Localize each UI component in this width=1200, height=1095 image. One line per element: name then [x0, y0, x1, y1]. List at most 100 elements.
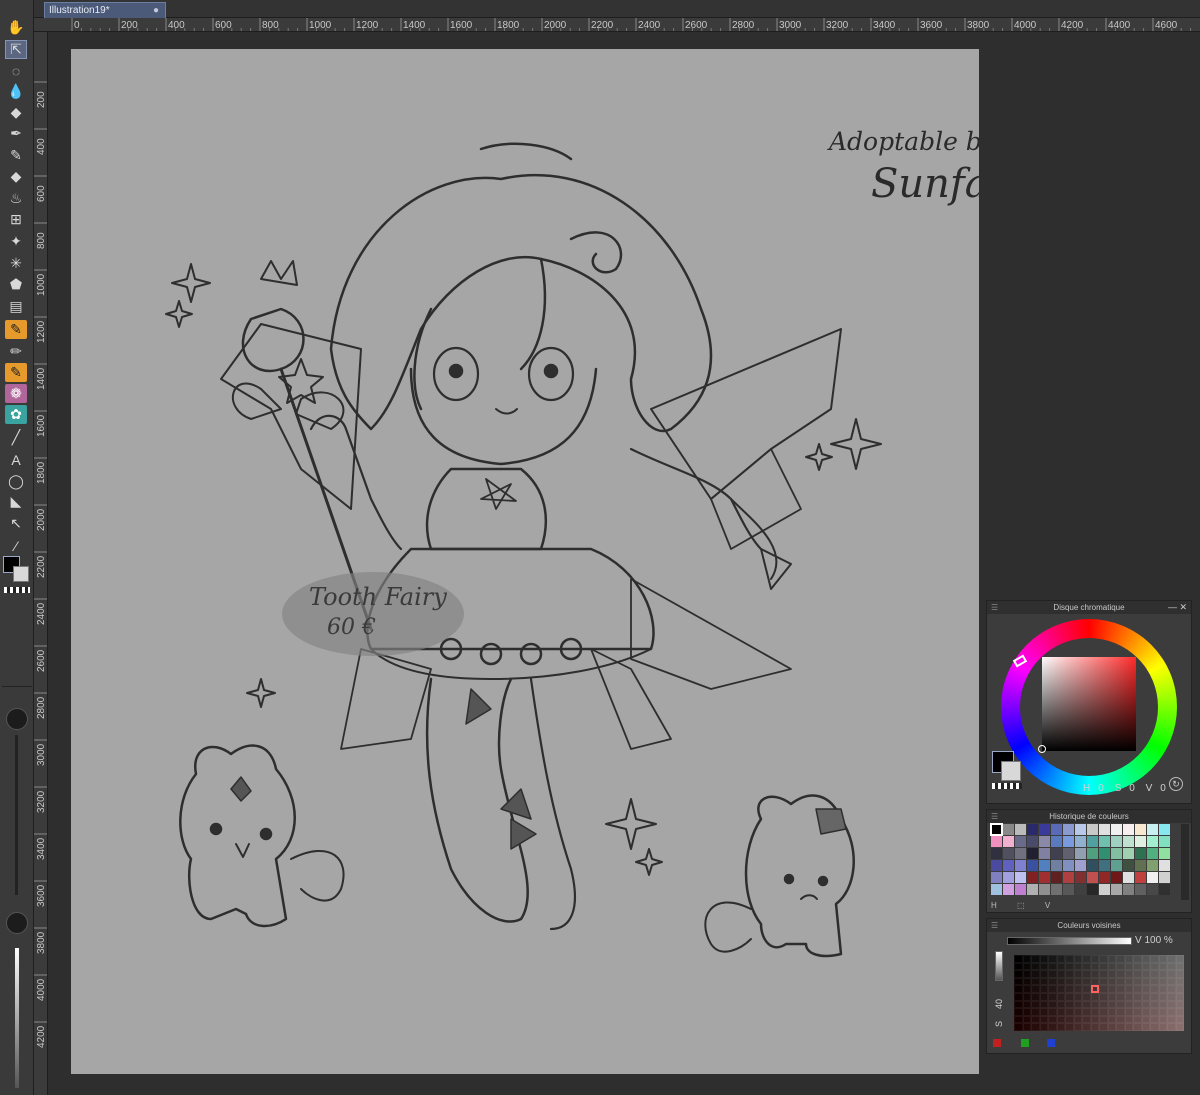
neighbor-color-cell[interactable]	[1073, 1015, 1082, 1024]
neighbor-color-cell[interactable]	[1022, 977, 1031, 986]
neighbor-color-cell[interactable]	[1014, 1008, 1023, 1016]
neighbor-color-cell[interactable]	[1022, 1023, 1031, 1031]
color-history-swatch[interactable]	[1111, 872, 1122, 883]
neighbor-color-cell[interactable]	[1056, 977, 1065, 986]
panel-grip-icon[interactable]: ☰	[991, 601, 998, 614]
neighbor-color-cell[interactable]	[1090, 1000, 1099, 1009]
color-history-swatch[interactable]	[1039, 836, 1050, 847]
neighbor-color-cell[interactable]	[1082, 977, 1091, 986]
color-mode-icon[interactable]: ↻	[1169, 777, 1183, 791]
color-history-swatch[interactable]	[1075, 884, 1086, 895]
neighbor-color-cell[interactable]	[1107, 962, 1116, 971]
neighbor-color-cell[interactable]	[1056, 992, 1065, 1001]
neighbor-color-cell[interactable]	[1175, 1008, 1184, 1016]
neighbor-color-cell[interactable]	[1099, 1023, 1108, 1031]
color-history-swatch[interactable]	[1123, 872, 1134, 883]
neighbor-color-cell[interactable]	[1031, 962, 1040, 971]
neighbor-color-cell[interactable]	[1073, 1008, 1082, 1016]
neighbor-color-cell[interactable]	[1031, 1015, 1040, 1024]
neighbor-color-cell[interactable]	[1116, 955, 1125, 963]
neighbor-color-cell[interactable]	[1073, 1023, 1082, 1031]
color-history-swatch[interactable]	[1027, 836, 1038, 847]
neighbor-color-cell[interactable]	[1082, 970, 1091, 978]
color-history-swatch[interactable]	[1111, 860, 1122, 871]
neighbor-color-cell[interactable]	[1116, 962, 1125, 971]
neighbor-color-cell[interactable]	[1022, 992, 1031, 1001]
neighbor-color-cell[interactable]	[1167, 1000, 1176, 1009]
color-history-swatch[interactable]	[1063, 848, 1074, 859]
neighbor-color-cell[interactable]	[1124, 1015, 1133, 1024]
neighbor-color-cell[interactable]	[1167, 962, 1176, 971]
neighbor-color-cell[interactable]	[1150, 992, 1159, 1001]
neighbor-color-cell[interactable]	[1150, 1015, 1159, 1024]
neighbor-color-cell[interactable]	[1150, 962, 1159, 971]
neighbor-color-cell[interactable]	[1141, 955, 1150, 963]
color-history-swatch[interactable]	[1027, 872, 1038, 883]
frame-tool[interactable]: ◣	[5, 492, 27, 511]
color-history-swatch[interactable]	[1051, 860, 1062, 871]
neighbor-color-cell[interactable]	[1158, 992, 1167, 1001]
neighbor-color-cell[interactable]	[1133, 1008, 1142, 1016]
color-history-swatch[interactable]	[1063, 824, 1074, 835]
color-history-swatch[interactable]	[1135, 824, 1146, 835]
brush-size-knob[interactable]	[6, 708, 28, 730]
neighbor-color-cell[interactable]	[1039, 985, 1048, 993]
hand-tool[interactable]: ✋	[5, 18, 27, 37]
neighbor-color-cell[interactable]	[1082, 985, 1091, 993]
color-history-swatch[interactable]	[1159, 884, 1170, 895]
neighbor-color-grid[interactable]	[1014, 955, 1184, 1031]
neighbor-color-cell[interactable]	[1099, 977, 1108, 986]
color-history-swatch[interactable]	[1027, 824, 1038, 835]
neighbor-color-cell[interactable]	[1022, 985, 1031, 993]
color-history-swatch[interactable]	[1003, 872, 1014, 883]
neighbor-color-cell[interactable]	[1116, 977, 1125, 986]
neighbor-color-cell[interactable]	[1107, 992, 1116, 1001]
neighbor-color-cell[interactable]	[1133, 1015, 1142, 1024]
color-history-swatch[interactable]	[1135, 848, 1146, 859]
sparkle-tool[interactable]: ✦	[5, 232, 27, 251]
neighbor-color-cell[interactable]	[1073, 970, 1082, 978]
neighbor-color-cell[interactable]	[1167, 985, 1176, 993]
neighbor-color-cell[interactable]	[1082, 1023, 1091, 1031]
neighbor-color-cell[interactable]	[1031, 992, 1040, 1001]
neighbor-color-cell[interactable]	[1167, 970, 1176, 978]
neighbor-color-cell[interactable]	[1099, 1000, 1108, 1009]
color-history-swatch[interactable]	[1051, 836, 1062, 847]
color-history-swatch[interactable]	[1051, 824, 1062, 835]
neighbor-color-cell[interactable]	[1141, 985, 1150, 993]
color-history-swatch[interactable]	[1147, 848, 1158, 859]
color-history-swatch[interactable]	[1003, 824, 1014, 835]
color-history-swatch[interactable]	[1087, 824, 1098, 835]
move-tool[interactable]: ⇱	[5, 40, 27, 59]
neighbor-color-cell[interactable]	[1048, 962, 1057, 971]
neighbor-color-cell[interactable]	[1056, 1008, 1065, 1016]
toolbar-transparent-color[interactable]	[4, 587, 30, 593]
neighbor-color-cell[interactable]	[1175, 977, 1184, 986]
neighbor-color-cell[interactable]	[1048, 992, 1057, 1001]
neighbor-color-cell[interactable]	[1107, 985, 1116, 993]
color-history-swatch[interactable]	[1111, 884, 1122, 895]
neighbor-color-cell[interactable]	[1014, 985, 1023, 993]
neighbor-color-cell[interactable]	[1150, 977, 1159, 986]
neighbor-color-cell[interactable]	[1073, 962, 1082, 971]
neighbor-color-cell[interactable]	[1014, 977, 1023, 986]
color-history-swatch[interactable]	[1027, 848, 1038, 859]
color-history-swatch[interactable]	[991, 860, 1002, 871]
color-history-swatch[interactable]	[1015, 836, 1026, 847]
neighbor-color-cell[interactable]	[1090, 1008, 1099, 1016]
neighbor-color-cell[interactable]	[1158, 977, 1167, 986]
neighbor-color-cell[interactable]	[1158, 962, 1167, 971]
neighbor-color-cell[interactable]	[1124, 955, 1133, 963]
color-history-swatch[interactable]	[1123, 824, 1134, 835]
neighbor-color-cell[interactable]	[1167, 977, 1176, 986]
neighbor-color-cell[interactable]	[1150, 1023, 1159, 1031]
document-tab-modified-dot[interactable]: ●	[153, 3, 159, 18]
color-history-swatch[interactable]	[1015, 884, 1026, 895]
color-history-swatch[interactable]	[1015, 824, 1026, 835]
neighbor-color-cell[interactable]	[1022, 1008, 1031, 1016]
neighbor-color-cell[interactable]	[1175, 955, 1184, 963]
color-history-swatch[interactable]	[1075, 824, 1086, 835]
balloon-tool[interactable]: ◯	[5, 472, 27, 491]
history-footer-square[interactable]: ⬚	[1017, 901, 1025, 910]
drawing-canvas[interactable]: Tooth Fairy 60 € Adoptable by Sunfangs	[71, 49, 979, 1074]
